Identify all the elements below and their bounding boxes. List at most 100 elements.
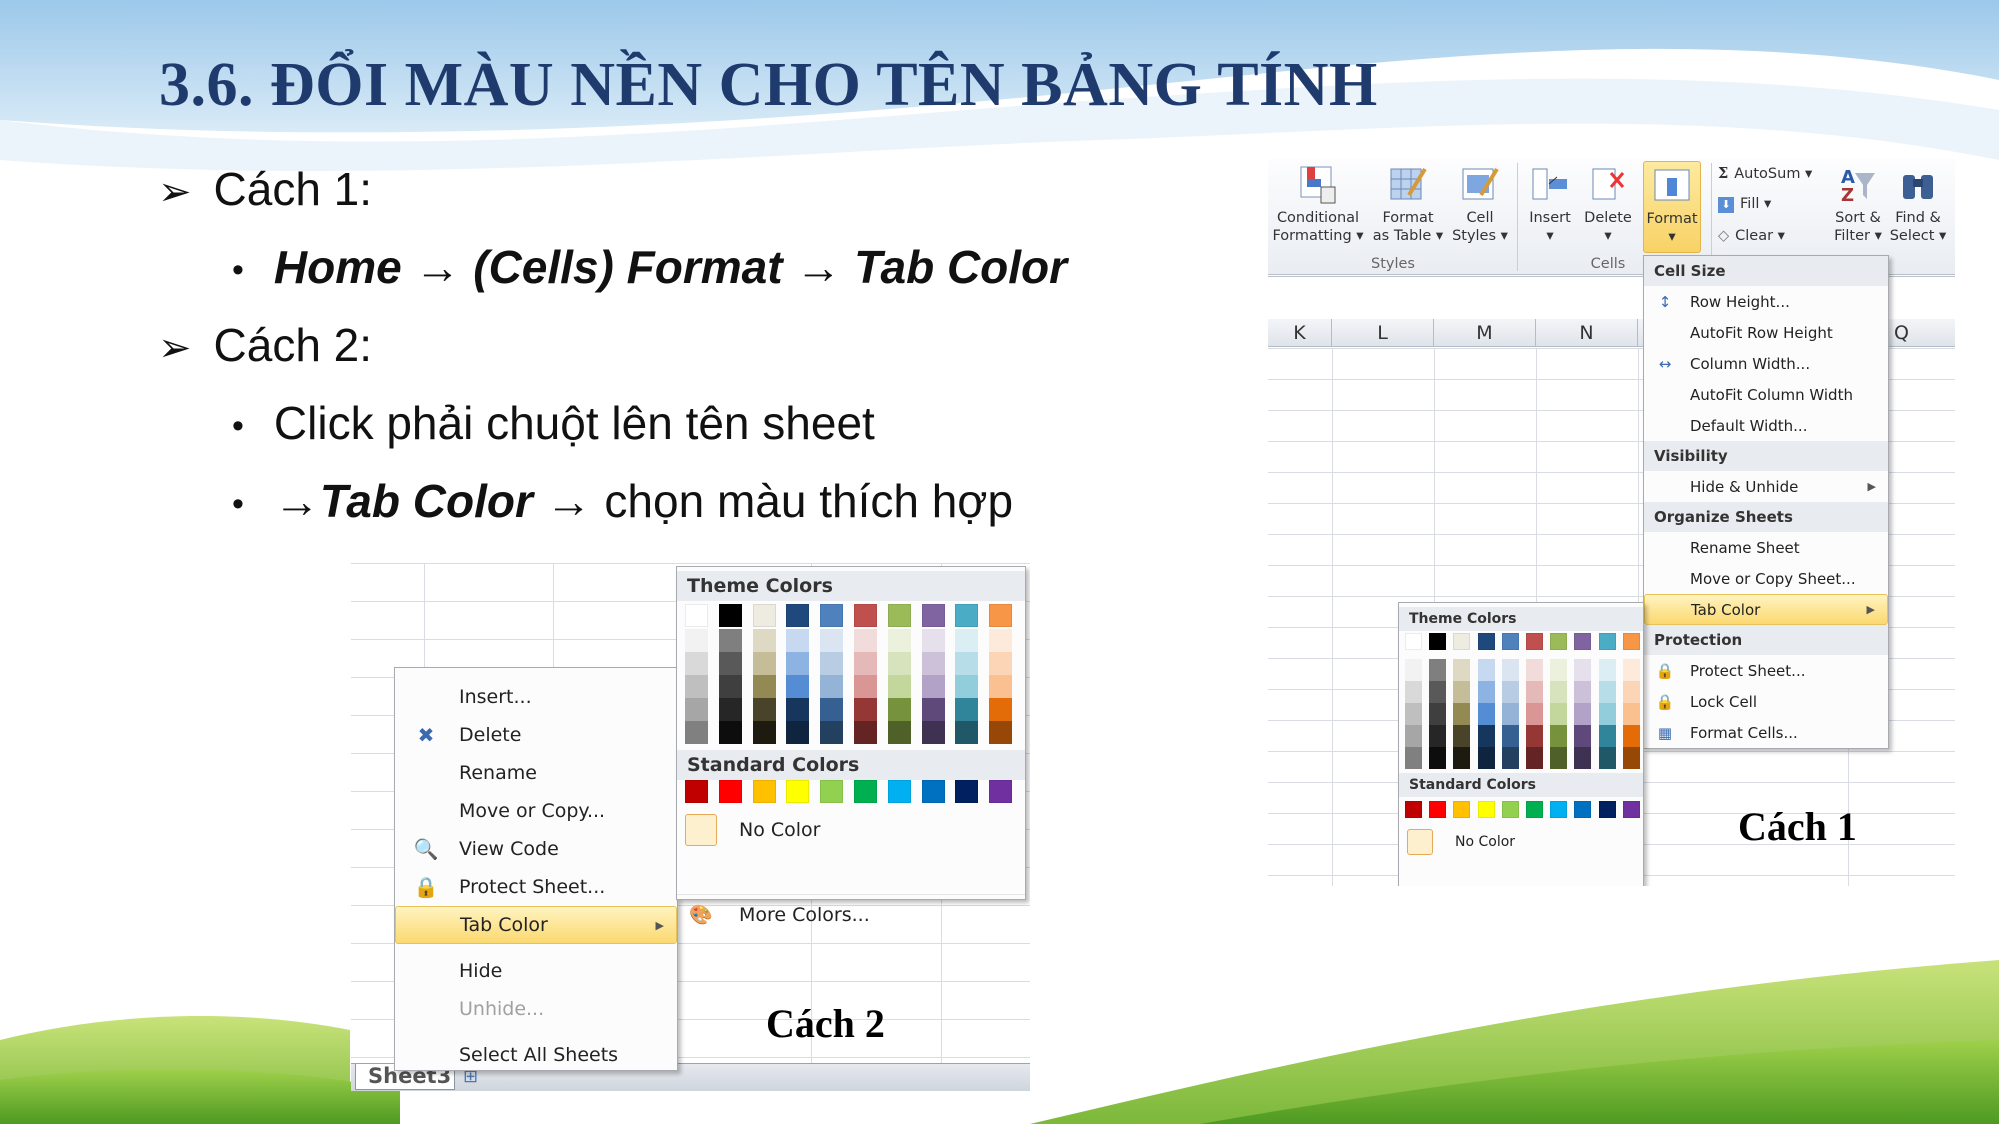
theme-color-swatch[interactable]: [820, 604, 844, 627]
cell-styles-button[interactable]: Cell Styles ▾: [1448, 165, 1512, 245]
theme-shade-swatch[interactable]: [854, 698, 877, 721]
theme-shade-swatch[interactable]: [1429, 659, 1447, 681]
standard-color-swatch[interactable]: [718, 780, 742, 803]
delete-button[interactable]: Delete ▾: [1580, 165, 1636, 245]
theme-shade-swatch[interactable]: [752, 698, 776, 721]
theme-shade-swatch[interactable]: [718, 721, 742, 744]
theme-shade-swatch[interactable]: [1574, 659, 1592, 681]
theme-shade-swatch[interactable]: [820, 721, 844, 744]
theme-shade-swatch[interactable]: [1429, 725, 1447, 747]
theme-shade-swatch[interactable]: [718, 629, 742, 652]
theme-shade-swatch[interactable]: [1453, 747, 1471, 769]
theme-shade-swatch[interactable]: [685, 629, 708, 652]
theme-shade-swatch[interactable]: [955, 675, 979, 698]
standard-color-swatch[interactable]: [921, 780, 945, 803]
theme-shade-swatch[interactable]: [1405, 747, 1422, 769]
theme-shade-swatch[interactable]: [887, 721, 911, 744]
theme-shade-swatch[interactable]: [1598, 681, 1616, 703]
theme-shade-swatch[interactable]: [718, 698, 742, 721]
theme-shade-swatch[interactable]: [1550, 659, 1568, 681]
theme-shade-swatch[interactable]: [1501, 659, 1519, 681]
theme-color-swatch[interactable]: [786, 604, 810, 627]
theme-shade-swatch[interactable]: [1501, 747, 1519, 769]
theme-color-swatch[interactable]: [1453, 633, 1471, 650]
standard-color-swatch[interactable]: [1550, 801, 1568, 818]
format-menu-item-column-width[interactable]: ↔ Column Width...: [1644, 348, 1888, 379]
format-menu-item-tab-color[interactable]: Tab Color ▶: [1644, 594, 1888, 625]
theme-shade-swatch[interactable]: [685, 721, 708, 744]
theme-shade-swatch[interactable]: [1429, 747, 1447, 769]
theme-shade-swatch[interactable]: [786, 652, 810, 675]
theme-shade-swatch[interactable]: [989, 652, 1013, 675]
theme-shade-swatch[interactable]: [955, 652, 979, 675]
standard-color-swatch[interactable]: [1526, 801, 1543, 818]
theme-color-swatch[interactable]: [1574, 633, 1592, 650]
theme-shade-swatch[interactable]: [820, 675, 844, 698]
theme-shade-swatch[interactable]: [989, 675, 1013, 698]
standard-color-swatch[interactable]: [1477, 801, 1495, 818]
context-menu-item-select-all-sheets[interactable]: Select All Sheets: [395, 1036, 677, 1074]
theme-shade-swatch[interactable]: [1501, 703, 1519, 725]
theme-shade-swatch[interactable]: [1477, 659, 1495, 681]
standard-color-swatch[interactable]: [685, 780, 708, 803]
format-menu-item-format-cells[interactable]: ▦ Format Cells...: [1644, 717, 1888, 748]
column-header-n[interactable]: N: [1536, 319, 1638, 347]
standard-color-swatch[interactable]: [1501, 801, 1519, 818]
theme-shade-swatch[interactable]: [1622, 747, 1640, 769]
format-menu-item-hide-unhide[interactable]: Hide & Unhide ▶: [1644, 471, 1888, 502]
theme-shade-swatch[interactable]: [1453, 725, 1471, 747]
standard-color-swatch[interactable]: [752, 780, 776, 803]
context-menu-item-move-or-copy[interactable]: Move or Copy...: [395, 792, 677, 830]
theme-shade-swatch[interactable]: [854, 629, 877, 652]
theme-shade-swatch[interactable]: [1453, 659, 1471, 681]
conditional-formatting-button[interactable]: Conditional Formatting ▾: [1272, 165, 1364, 245]
theme-shade-swatch[interactable]: [1550, 725, 1568, 747]
theme-shade-swatch[interactable]: [752, 629, 776, 652]
theme-shade-swatch[interactable]: [752, 721, 776, 744]
theme-shade-swatch[interactable]: [1405, 659, 1422, 681]
theme-color-swatch[interactable]: [955, 604, 979, 627]
theme-shade-swatch[interactable]: [921, 721, 945, 744]
theme-shade-swatch[interactable]: [921, 675, 945, 698]
standard-color-swatch[interactable]: [820, 780, 844, 803]
theme-shade-swatch[interactable]: [921, 652, 945, 675]
theme-shade-swatch[interactable]: [752, 652, 776, 675]
theme-shade-swatch[interactable]: [1501, 681, 1519, 703]
theme-shade-swatch[interactable]: [1526, 725, 1543, 747]
theme-shade-swatch[interactable]: [1598, 703, 1616, 725]
theme-shade-swatch[interactable]: [854, 652, 877, 675]
theme-shade-swatch[interactable]: [718, 675, 742, 698]
format-menu-item-autofit-column-width[interactable]: AutoFit Column Width: [1644, 379, 1888, 410]
theme-shade-swatch[interactable]: [1526, 747, 1543, 769]
theme-shade-swatch[interactable]: [887, 675, 911, 698]
standard-color-swatch[interactable]: [1622, 801, 1640, 818]
theme-shade-swatch[interactable]: [685, 675, 708, 698]
theme-shade-swatch[interactable]: [1550, 681, 1568, 703]
theme-shade-swatch[interactable]: [921, 698, 945, 721]
theme-shade-swatch[interactable]: [1501, 725, 1519, 747]
fill-button[interactable]: ⬇ Fill ▾: [1718, 195, 1771, 213]
theme-shade-swatch[interactable]: [1622, 659, 1640, 681]
theme-shade-swatch[interactable]: [1574, 725, 1592, 747]
theme-shade-swatch[interactable]: [921, 629, 945, 652]
sort-filter-button[interactable]: A Z Sort & Filter ▾: [1830, 165, 1886, 245]
standard-color-swatch[interactable]: [854, 780, 877, 803]
theme-shade-swatch[interactable]: [887, 698, 911, 721]
theme-shade-swatch[interactable]: [1550, 703, 1568, 725]
theme-color-swatch[interactable]: [921, 604, 945, 627]
theme-shade-swatch[interactable]: [887, 652, 911, 675]
format-menu-item-default-width[interactable]: Default Width...: [1644, 410, 1888, 441]
theme-shade-swatch[interactable]: [854, 675, 877, 698]
theme-color-swatch[interactable]: [1477, 633, 1495, 650]
theme-color-swatch[interactable]: [989, 604, 1013, 627]
theme-shade-swatch[interactable]: [1574, 681, 1592, 703]
standard-color-swatch[interactable]: [1429, 801, 1447, 818]
clear-button[interactable]: ◇ Clear ▾: [1718, 227, 1785, 245]
no-color-option[interactable]: No Color: [677, 810, 1025, 850]
theme-color-swatch[interactable]: [718, 604, 742, 627]
theme-shade-swatch[interactable]: [1622, 703, 1640, 725]
format-menu-item-row-height[interactable]: ↕ Row Height...: [1644, 286, 1888, 317]
theme-shade-swatch[interactable]: [786, 675, 810, 698]
theme-shade-swatch[interactable]: [1550, 747, 1568, 769]
standard-color-swatch[interactable]: [1453, 801, 1471, 818]
